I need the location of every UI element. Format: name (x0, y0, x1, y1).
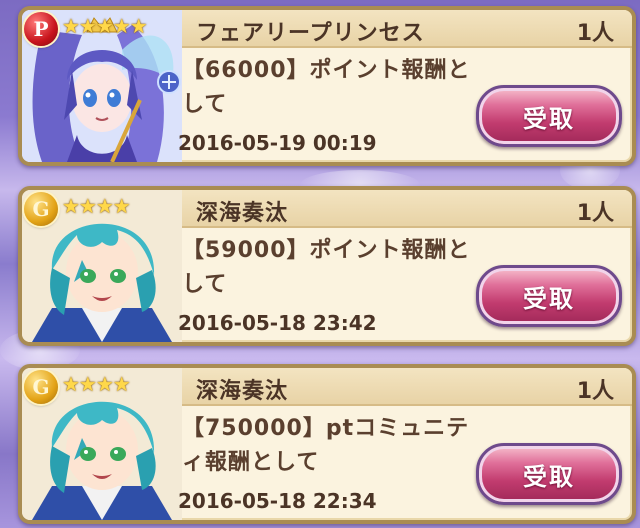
reward-count: 1人 (576, 379, 614, 404)
character-portrait: P ★★★★★ (22, 10, 182, 162)
reward-card: P ★★★★★ フェアリープリンセス 1人 【66000】ポイント報酬として 2… (18, 6, 636, 166)
card-header: 深海奏汰 1人 (182, 368, 632, 406)
rarity-stars: ★★★★ (62, 194, 131, 218)
receive-button[interactable]: 受取 (476, 443, 622, 505)
reward-description: 【59000】ポイント報酬として (182, 238, 471, 297)
reward-count: 1人 (576, 21, 614, 46)
reward-description: 【66000】ポイント報酬として (182, 58, 471, 117)
rarity-stars: ★★★★ (62, 372, 131, 396)
rarity-stars: ★★★★★ (62, 14, 148, 38)
character-portrait: G ★★★★ (22, 190, 182, 342)
card-header: 深海奏汰 1人 (182, 190, 632, 228)
rank-badge: P (24, 12, 58, 46)
character-name: フェアリープリンセス (196, 21, 425, 46)
character-name: 深海奏汰 (196, 201, 289, 226)
reward-card: G ★★★★ 深海奏汰 1人 【59000】ポイント報酬として 2016-05-… (18, 186, 636, 346)
receive-button[interactable]: 受取 (476, 265, 622, 327)
reward-date: 2016-05-18 22:34 (178, 489, 377, 513)
reward-card: G ★★★★ 深海奏汰 1人 【750000】ptコミュニティ報酬として 201… (18, 364, 636, 524)
reward-description: 【750000】ptコミュニティ報酬として (182, 416, 470, 475)
rank-badge: G (24, 192, 58, 226)
reward-date: 2016-05-18 23:42 (178, 311, 377, 335)
card-header: フェアリープリンセス 1人 (182, 10, 632, 48)
reward-count: 1人 (576, 201, 614, 226)
character-name: 深海奏汰 (196, 379, 289, 404)
reward-date: 2016-05-19 00:19 (178, 131, 377, 155)
receive-button[interactable]: 受取 (476, 85, 622, 147)
character-portrait: G ★★★★ (22, 368, 182, 520)
rank-badge: G (24, 370, 58, 404)
